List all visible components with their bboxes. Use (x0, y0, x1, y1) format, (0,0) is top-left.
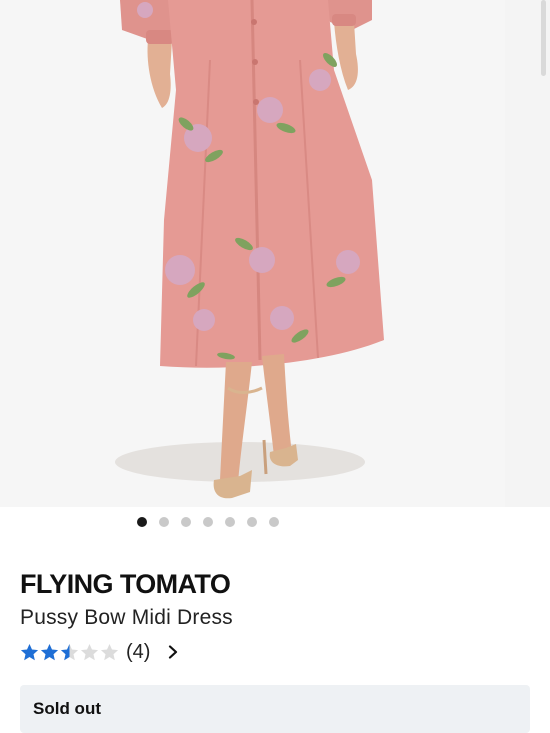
gallery-dot[interactable] (181, 517, 191, 527)
gallery-dot[interactable] (137, 517, 147, 527)
star-icon (60, 643, 79, 660)
product-image-gallery[interactable] (0, 0, 550, 507)
availability-status: Sold out (33, 699, 101, 718)
gallery-scrollbar (541, 0, 546, 76)
star-icon (40, 643, 59, 660)
star-icon (100, 643, 119, 660)
product-title: Pussy Bow Midi Dress (20, 606, 233, 629)
next-product-image[interactable] (505, 0, 550, 507)
gallery-dot[interactable] (247, 517, 257, 527)
gallery-dot[interactable] (159, 517, 169, 527)
availability-banner: Sold out (20, 685, 530, 733)
chevron-right-icon[interactable] (166, 645, 180, 659)
star-icon (20, 643, 39, 660)
gallery-dot[interactable] (203, 517, 213, 527)
gallery-pagination (0, 517, 550, 529)
product-rating[interactable]: (4) (20, 640, 180, 664)
review-count[interactable]: (4) (126, 641, 150, 664)
product-photo[interactable] (0, 0, 503, 507)
gallery-dot[interactable] (225, 517, 235, 527)
gallery-dot[interactable] (269, 517, 279, 527)
rating-stars (20, 643, 120, 662)
brand-name[interactable]: FLYING TOMATO (20, 569, 231, 600)
star-icon (80, 643, 99, 660)
